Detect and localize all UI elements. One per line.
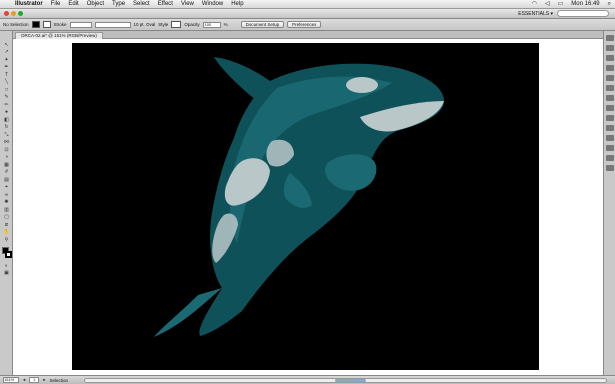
- draw-mode-icon[interactable]: ◐: [2, 263, 11, 269]
- menu-bar: Illustrator File Edit Object Type Select…: [0, 0, 615, 9]
- artboard[interactable]: [72, 43, 539, 370]
- appearance-panel-icon[interactable]: [606, 85, 614, 91]
- direct-selection-tool-icon[interactable]: ↗: [2, 49, 11, 55]
- perspective-grid-tool-icon[interactable]: ▦: [2, 162, 11, 168]
- color-panel-icon[interactable]: [606, 35, 614, 41]
- graphic-styles-panel-icon[interactable]: [606, 75, 614, 81]
- control-bar: No Selection Stroke 10 pt. Oval Style Op…: [0, 19, 615, 31]
- free-transform-tool-icon[interactable]: ⊡: [2, 147, 11, 153]
- search-input[interactable]: [557, 10, 609, 17]
- graph-tool-icon[interactable]: ▥: [2, 207, 11, 213]
- menu-object[interactable]: Object: [83, 0, 108, 9]
- transparency-panel-icon[interactable]: [606, 125, 614, 131]
- style-swatch[interactable]: [171, 21, 182, 28]
- minimize-icon[interactable]: [11, 11, 16, 16]
- screen-mode-icon[interactable]: ▣: [2, 270, 11, 276]
- artboards-panel-icon[interactable]: [606, 165, 614, 171]
- stroke-label: Stroke: [53, 22, 67, 27]
- menu-edit[interactable]: Edit: [64, 0, 82, 9]
- stroke-panel-icon[interactable]: [606, 105, 614, 111]
- stroke-color-icon[interactable]: [5, 250, 12, 258]
- scale-tool-icon[interactable]: ⤡: [2, 132, 11, 138]
- zoom-icon[interactable]: [18, 11, 23, 16]
- horizontal-scrollbar[interactable]: [83, 377, 607, 383]
- magic-wand-tool-icon[interactable]: ✦: [2, 57, 11, 63]
- variable-width-dropdown[interactable]: [94, 21, 131, 28]
- selection-tool-icon[interactable]: ↖: [2, 42, 11, 48]
- opacity-field[interactable]: 100: [202, 21, 221, 28]
- opacity-label[interactable]: Opacity: [184, 22, 199, 27]
- artboard-tool-icon[interactable]: ▢: [2, 214, 11, 220]
- wifi-icon[interactable]: ◠: [528, 0, 541, 9]
- menu-effect[interactable]: Effect: [154, 0, 177, 9]
- menu-help[interactable]: Help: [227, 0, 247, 9]
- panel-dock: [603, 31, 615, 375]
- next-artboard-icon[interactable]: ▸: [43, 377, 45, 383]
- document-setup-button[interactable]: Document Setup: [240, 21, 285, 28]
- width-tool-icon[interactable]: ⋈: [2, 139, 11, 145]
- style-label: Style: [158, 22, 169, 27]
- preferences-button[interactable]: Preferences: [287, 21, 322, 28]
- rotate-tool-icon[interactable]: ↻: [2, 124, 11, 130]
- opacity-percent: %: [223, 22, 228, 27]
- brushes-panel-icon[interactable]: [606, 55, 614, 61]
- document-tab-strip: ORCA-02.ai* @ 151% (RGB/Preview): [13, 31, 603, 39]
- slice-tool-icon[interactable]: ⧄: [2, 222, 11, 228]
- type-tool-icon[interactable]: T: [2, 72, 11, 78]
- fill-stroke-widget[interactable]: [1, 246, 12, 260]
- pen-tool-icon[interactable]: ✒: [2, 64, 11, 70]
- orca-illustration[interactable]: [72, 43, 539, 370]
- pathfinder-panel-icon[interactable]: [606, 155, 614, 161]
- stroke-swatch[interactable]: [42, 21, 51, 28]
- blend-tool-icon[interactable]: ∞: [2, 192, 11, 198]
- align-panel-icon[interactable]: [606, 135, 614, 141]
- selection-status: No Selection: [3, 22, 29, 27]
- symbols-panel-icon[interactable]: [606, 65, 614, 71]
- clock[interactable]: Mon 16:49: [567, 0, 603, 9]
- spotlight-icon[interactable]: ⌕: [604, 0, 615, 9]
- line-tool-icon[interactable]: ╲: [2, 79, 11, 85]
- document-tab[interactable]: ORCA-02.ai* @ 151% (RGB/Preview): [15, 32, 103, 39]
- mesh-tool-icon[interactable]: #: [2, 169, 11, 175]
- artboard-number-field[interactable]: 1: [29, 377, 40, 383]
- volume-icon[interactable]: ◁: [541, 0, 554, 9]
- zoom-field[interactable]: 151%: [3, 377, 19, 383]
- swatches-panel-icon[interactable]: [606, 45, 614, 51]
- menu-app-name[interactable]: Illustrator: [11, 0, 47, 9]
- orca-eye-patch[interactable]: [346, 77, 378, 93]
- tool-status: Selection: [49, 377, 69, 383]
- shape-builder-tool-icon[interactable]: ◑: [2, 154, 11, 160]
- blob-brush-tool-icon[interactable]: ●: [2, 109, 11, 115]
- layers-panel-icon[interactable]: [606, 95, 614, 101]
- rectangle-tool-icon[interactable]: □: [2, 87, 11, 93]
- hand-tool-icon[interactable]: ✋: [2, 229, 11, 235]
- stroke-weight-field[interactable]: [69, 21, 92, 28]
- zoom-tool-icon[interactable]: ⚲: [2, 237, 11, 243]
- symbol-sprayer-tool-icon[interactable]: ✺: [2, 199, 11, 205]
- fill-swatch[interactable]: [31, 21, 40, 28]
- menu-type[interactable]: Type: [108, 0, 129, 9]
- close-icon[interactable]: [4, 11, 9, 16]
- menu-file[interactable]: File: [47, 0, 65, 9]
- transform-panel-icon[interactable]: [606, 145, 614, 151]
- window-title-bar: ESSENTIALS ▾: [0, 9, 615, 19]
- brush-dropdown[interactable]: 10 pt. Oval: [134, 22, 156, 27]
- gradient-panel-icon[interactable]: [606, 115, 614, 121]
- gradient-tool-icon[interactable]: ▤: [2, 177, 11, 183]
- menu-view[interactable]: View: [177, 0, 198, 9]
- battery-icon[interactable]: ▭: [554, 0, 568, 9]
- eraser-tool-icon[interactable]: ◧: [2, 117, 11, 123]
- tools-panel: ↖ ↗ ✦ ✒ T ╲ □ ✎ ✏ ● ◧ ↻ ⤡ ⋈ ⊡ ◑ ▦ # ▤ ⌖ …: [0, 31, 13, 375]
- status-bar: 151% ◂ 1 ▸ Selection: [0, 375, 615, 384]
- menu-window[interactable]: Window: [198, 0, 227, 9]
- eyedropper-tool-icon[interactable]: ⌖: [2, 184, 11, 190]
- scrollbar-thumb[interactable]: [334, 378, 367, 382]
- paintbrush-tool-icon[interactable]: ✎: [2, 94, 11, 100]
- workspace-switcher[interactable]: ESSENTIALS ▾: [514, 11, 557, 17]
- prev-artboard-icon[interactable]: ◂: [23, 377, 25, 383]
- pencil-tool-icon[interactable]: ✏: [2, 102, 11, 108]
- menu-select[interactable]: Select: [129, 0, 154, 9]
